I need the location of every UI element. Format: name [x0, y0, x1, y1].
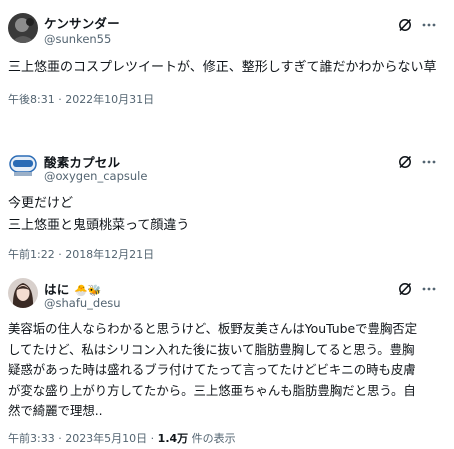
post-text-line: 然で綺麗で理想..	[8, 403, 103, 418]
avatar[interactable]	[8, 13, 38, 43]
grok-slash-icon[interactable]	[398, 18, 412, 32]
dark-portrait-avatar-icon	[8, 13, 38, 43]
post[interactable]: ケンサンダー @sunken55 三上悠亜のコスプレツイートが、修正、整形しすぎ…	[0, 0, 454, 120]
avatar[interactable]	[8, 150, 38, 180]
timestamp-text[interactable]: 午前3:33 · 2023年5月10日 ·	[8, 432, 158, 445]
post-text-line: してたけど、私はシリコン入れた後に抜いて脂肪豊胸してると思う。豊胸	[8, 341, 415, 357]
girl-portrait-avatar-icon	[8, 278, 38, 308]
post-text: 美容垢の住人ならわかると思うけど、板野友美さんはYouTubeで豊胸否定 してた…	[8, 319, 448, 422]
post-text-line: 今更だけど	[8, 196, 74, 211]
more-dots-icon[interactable]	[422, 155, 436, 169]
grok-slash-icon[interactable]	[398, 282, 412, 296]
display-name-text: はに	[44, 282, 70, 297]
oxygen-capsule-avatar-icon	[8, 150, 38, 180]
timestamp-text[interactable]: 午前1:22 · 2018年12月21日	[8, 248, 154, 261]
more-dots-icon[interactable]	[422, 282, 436, 296]
user-handle[interactable]: @shafu_desu	[44, 296, 121, 310]
user-handle[interactable]: @sunken55	[44, 32, 111, 46]
post-text-line: 三上悠亜と鬼頭桃菜って顔違う	[8, 218, 190, 233]
post-text: 今更だけど 三上悠亜と鬼頭桃菜って顔違う	[8, 193, 448, 237]
grok-slash-icon[interactable]	[398, 155, 412, 169]
post-text: 三上悠亜のコスプレツイートが、修正、整形しすぎて誰だかわからない草	[8, 57, 448, 79]
post-text-line: が変な盛り上がり方してたから。三上悠亜ちゃんも脂肪豊胸だと思う。自	[8, 382, 416, 398]
post-timestamp[interactable]: 午前1:22 · 2018年12月21日	[8, 246, 154, 262]
more-dots-icon[interactable]	[422, 18, 436, 32]
views-count: 1.4万	[157, 432, 189, 445]
post[interactable]: 酸素カプセル @oxygen_capsule 今更だけど 三上悠亜と鬼頭桃菜って…	[0, 120, 454, 270]
post-text-line: 疑惑があった時は盛れるブラ付けてたって言ってたけどビキニの時も皮膚	[8, 362, 416, 377]
post[interactable]: はに 🐣🐝 @shafu_desu 美容垢の住人ならわかると思うけど、板野友美さ…	[0, 270, 454, 449]
post-timestamp[interactable]: 午後8:31 · 2022年10月31日	[8, 91, 154, 107]
views-label: 件の表示	[188, 432, 236, 445]
timestamp-text[interactable]: 午後8:31 · 2022年10月31日	[8, 93, 154, 106]
post-text-line: 三上悠亜のコスプレツイートが、修正、整形しすぎて誰だかわからない草	[8, 60, 437, 75]
user-handle[interactable]: @oxygen_capsule	[44, 169, 147, 183]
avatar[interactable]	[8, 278, 38, 308]
post-timestamp[interactable]: 午前3:33 · 2023年5月10日 · 1.4万 件の表示	[8, 430, 236, 446]
post-text-line: 美容垢の住人ならわかると思うけど、板野友美さんはYouTubeで豊胸否定	[8, 321, 418, 336]
display-name[interactable]: ケンサンダー	[44, 13, 120, 32]
